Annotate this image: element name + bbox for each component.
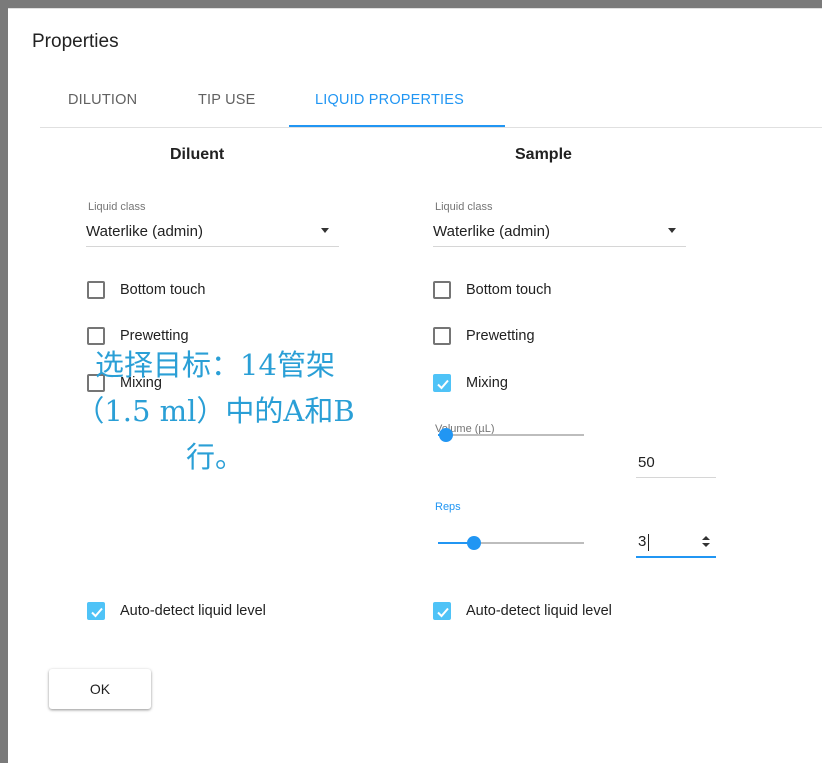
reps-value: 3 xyxy=(638,533,647,550)
tab-liquid-properties[interactable]: LIQUID PROPERTIES xyxy=(289,87,505,127)
sample-bottom-touch-label: Bottom touch xyxy=(466,282,552,298)
sample-mixing-checkbox[interactable]: Mixing xyxy=(433,373,633,397)
dialog-title: Properties xyxy=(32,31,119,52)
check-icon xyxy=(87,602,105,620)
slider-track xyxy=(438,434,584,436)
sample-liquid-class-select[interactable]: Waterlike (admin) xyxy=(433,218,686,247)
volume-slider[interactable] xyxy=(438,425,584,445)
diluent-auto-detect-label: Auto-detect liquid level xyxy=(120,603,266,619)
ok-button[interactable]: OK xyxy=(49,669,151,709)
reps-input[interactable]: 3 xyxy=(636,530,716,558)
tab-bar: DILUTION TIP USE LIQUID PROPERTIES xyxy=(40,87,822,128)
diluent-liquid-class-value: Waterlike (admin) xyxy=(86,223,203,240)
diluent-title: Diluent xyxy=(170,146,225,163)
checkbox-box xyxy=(433,327,451,345)
sample-auto-detect-label: Auto-detect liquid level xyxy=(466,603,612,619)
slider-thumb[interactable] xyxy=(466,536,481,550)
sample-mixing-label: Mixing xyxy=(466,375,508,391)
spin-down-icon xyxy=(702,543,710,547)
overlay-line: 行。 xyxy=(185,440,244,474)
volume-input[interactable]: 50 xyxy=(636,451,716,478)
sample-liquid-class-label: Liquid class xyxy=(435,201,493,213)
checkbox-box xyxy=(433,281,451,299)
diluent-bottom-touch-label: Bottom touch xyxy=(120,282,206,298)
sample-title: Sample xyxy=(515,146,572,163)
tab-dilution[interactable]: DILUTION xyxy=(68,87,148,127)
slider-thumb[interactable] xyxy=(439,428,453,442)
overlay-line: （1.5 ml）中的A和B xyxy=(75,394,355,428)
spin-up-icon xyxy=(702,536,710,540)
text-caret xyxy=(648,534,649,551)
sample-liquid-class-value: Waterlike (admin) xyxy=(433,223,550,240)
spinner-arrows-icon[interactable] xyxy=(702,535,710,549)
reps-slider[interactable] xyxy=(438,533,584,553)
sample-auto-detect-checkbox[interactable]: Auto-detect liquid level xyxy=(433,601,673,625)
instruction-overlay-text: 选择目标：14管架 （1.5 ml）中的A和B 行。 xyxy=(50,342,380,480)
chevron-down-icon xyxy=(668,228,676,233)
diluent-liquid-class-select[interactable]: Waterlike (admin) xyxy=(86,218,339,247)
sample-prewetting-label: Prewetting xyxy=(466,328,535,344)
diluent-auto-detect-checkbox[interactable]: Auto-detect liquid level xyxy=(87,601,327,625)
diluent-bottom-touch-checkbox[interactable]: Bottom touch xyxy=(87,280,287,304)
checkbox-box xyxy=(87,281,105,299)
chevron-down-icon xyxy=(321,228,329,233)
check-icon xyxy=(433,374,451,392)
sample-bottom-touch-checkbox[interactable]: Bottom touch xyxy=(433,280,633,304)
sample-prewetting-checkbox[interactable]: Prewetting xyxy=(433,326,633,350)
volume-value: 50 xyxy=(638,454,655,471)
overlay-line: 选择目标：14管架 xyxy=(95,348,335,382)
tab-tip-use[interactable]: TIP USE xyxy=(198,87,268,127)
reps-label: Reps xyxy=(435,501,461,513)
diluent-liquid-class-label: Liquid class xyxy=(88,201,146,213)
check-icon xyxy=(433,602,451,620)
